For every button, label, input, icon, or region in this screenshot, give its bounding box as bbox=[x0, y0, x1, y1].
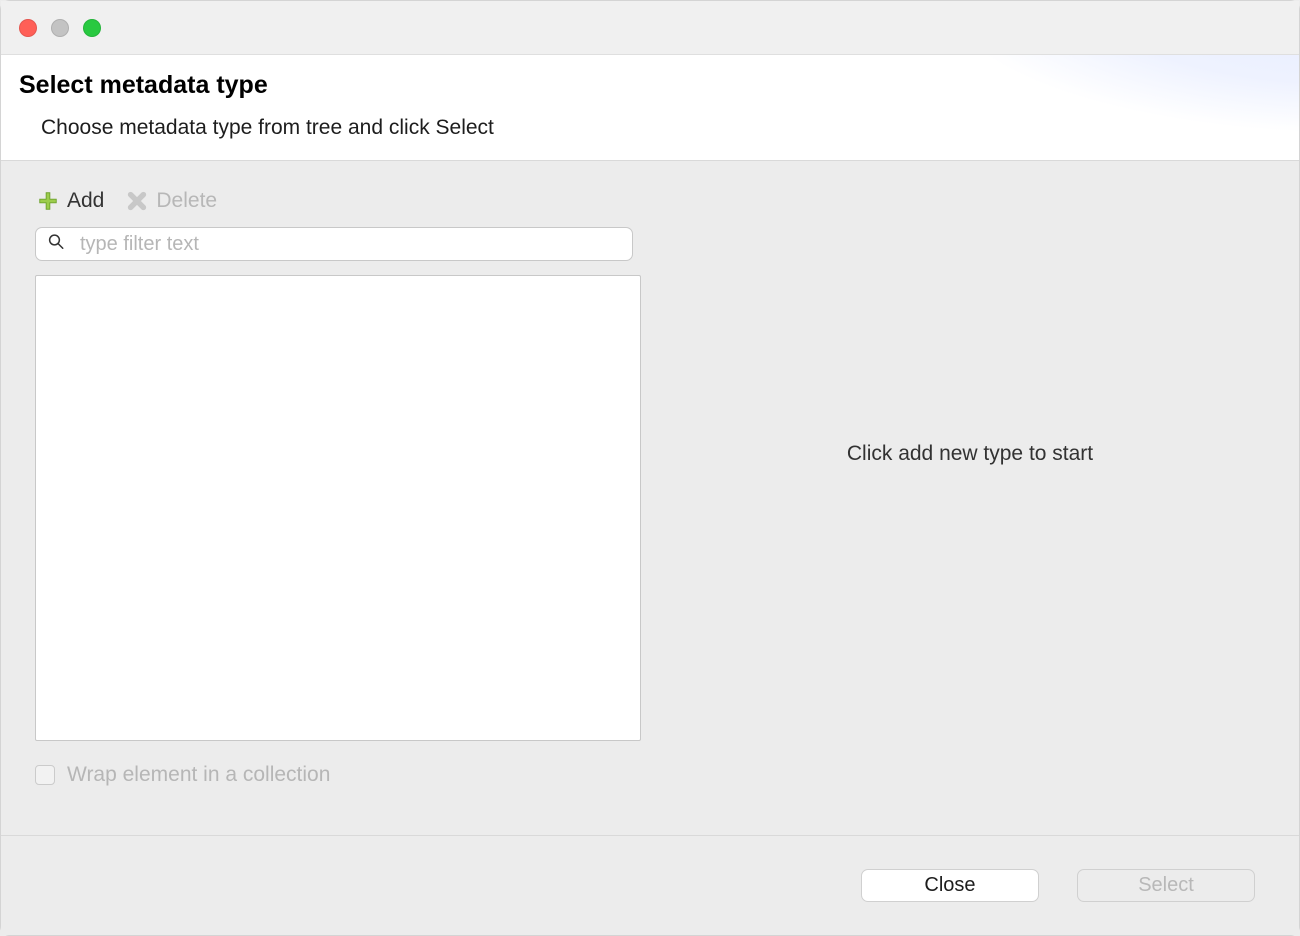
window-minimize-icon[interactable] bbox=[51, 19, 69, 37]
close-button[interactable]: Close bbox=[861, 869, 1039, 902]
window-maximize-icon[interactable] bbox=[83, 19, 101, 37]
add-button-label: Add bbox=[67, 189, 104, 213]
wrap-checkbox[interactable] bbox=[35, 765, 55, 785]
content-area: Add Delete bbox=[1, 161, 1299, 835]
select-button: Select bbox=[1077, 869, 1255, 902]
metadata-tree[interactable] bbox=[35, 275, 641, 741]
empty-state-hint: Click add new type to start bbox=[847, 442, 1093, 466]
wrap-checkbox-row: Wrap element in a collection bbox=[35, 763, 631, 787]
right-panel: Click add new type to start bbox=[641, 189, 1299, 835]
page-subtitle: Choose metadata type from tree and click… bbox=[19, 116, 1281, 140]
search-icon bbox=[47, 233, 65, 256]
left-panel: Add Delete bbox=[1, 189, 641, 835]
plus-icon bbox=[37, 190, 59, 212]
dialog-window: Select metadata type Choose metadata typ… bbox=[0, 0, 1300, 936]
filter-input[interactable] bbox=[35, 227, 633, 261]
x-icon bbox=[126, 190, 148, 212]
titlebar[interactable] bbox=[1, 1, 1299, 55]
add-button[interactable]: Add bbox=[37, 189, 104, 213]
window-close-icon[interactable] bbox=[19, 19, 37, 37]
wrap-checkbox-label: Wrap element in a collection bbox=[67, 763, 330, 787]
delete-button: Delete bbox=[126, 189, 217, 213]
delete-button-label: Delete bbox=[156, 189, 217, 213]
toolbar: Add Delete bbox=[35, 189, 631, 227]
header-area: Select metadata type Choose metadata typ… bbox=[1, 55, 1299, 161]
footer-bar: Close Select bbox=[1, 835, 1299, 935]
filter-search bbox=[35, 227, 633, 261]
page-title: Select metadata type bbox=[19, 71, 1281, 100]
